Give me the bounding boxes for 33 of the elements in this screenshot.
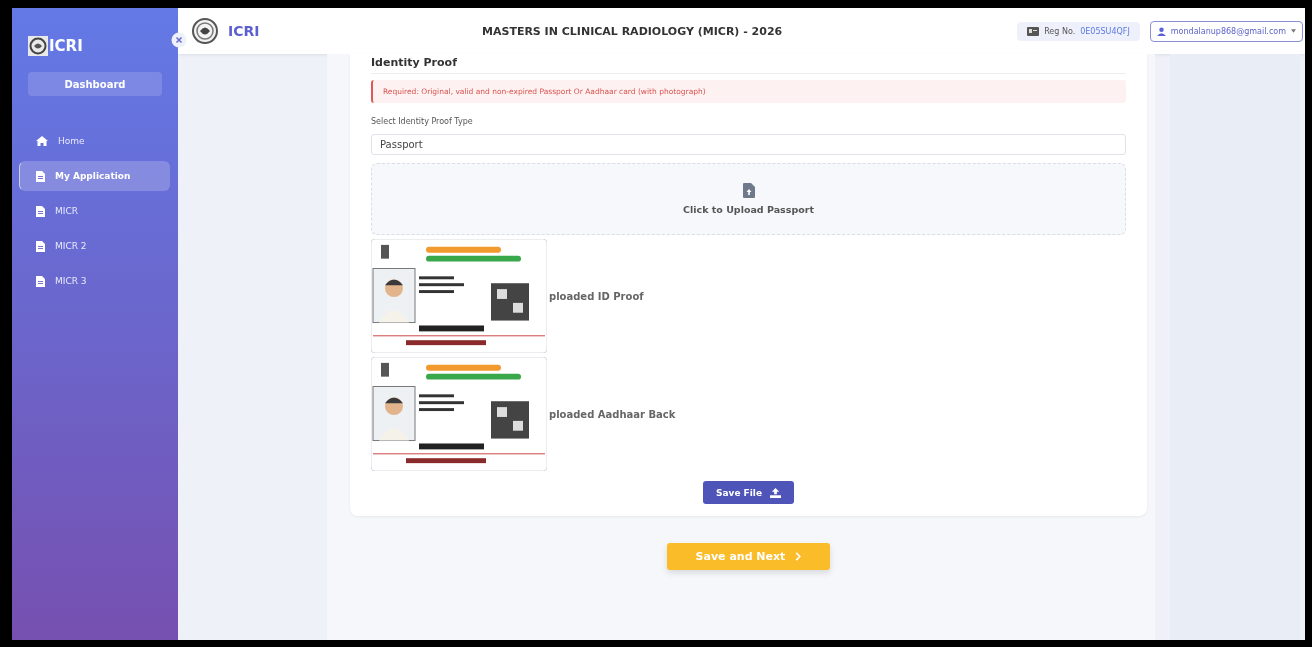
- document-icon: [36, 275, 45, 287]
- registration-label: Reg No.: [1044, 26, 1076, 36]
- logo-icon: [28, 36, 48, 56]
- upload-text: Click to Upload Passport: [683, 204, 814, 215]
- logo-icon: [192, 18, 218, 44]
- upload-icon: [770, 487, 782, 498]
- sidebar-item[interactable]: MICR 3: [19, 266, 170, 296]
- caret-icon: [1291, 29, 1296, 33]
- sidebar-item[interactable]: MICR: [19, 196, 170, 226]
- page-title: MASTERS IN CLINICAL RADIOLOGY (MICR) - 2026: [482, 24, 784, 38]
- save-file-button[interactable]: Save File: [702, 481, 795, 504]
- chevron-right-icon: [795, 552, 802, 561]
- document-icon: [36, 205, 45, 217]
- upload-label: ploaded Aadhaar Back: [549, 408, 676, 420]
- dashboard-button[interactable]: Dashboard: [28, 72, 162, 96]
- file-upload-icon: [742, 183, 755, 198]
- id-card-icon: [1027, 26, 1040, 36]
- logo-text: ICRI: [49, 37, 83, 55]
- sidebar-item[interactable]: My Application: [19, 161, 170, 191]
- user-menu-button[interactable]: mondalanup868@gmail.com: [1149, 20, 1303, 42]
- upload-dropzone[interactable]: Click to Upload Passport: [371, 163, 1126, 235]
- home-icon: [36, 136, 48, 146]
- registration-number: 0E05SU4QFJ: [1080, 26, 1130, 36]
- section-title: Identity Proof: [371, 56, 1126, 74]
- sidebar-item[interactable]: MICR 2: [19, 231, 170, 261]
- upload-label: ploaded ID Proof: [549, 290, 644, 302]
- document-icon: [36, 240, 45, 252]
- field-label: Select Identity Proof Type: [371, 117, 474, 126]
- sidebar-item[interactable]: Home: [19, 126, 170, 156]
- identity-type-select[interactable]: Passport: [371, 134, 1126, 155]
- user-icon: [1156, 26, 1166, 36]
- document-icon: [36, 170, 45, 182]
- brand-name: ICRI: [228, 23, 260, 39]
